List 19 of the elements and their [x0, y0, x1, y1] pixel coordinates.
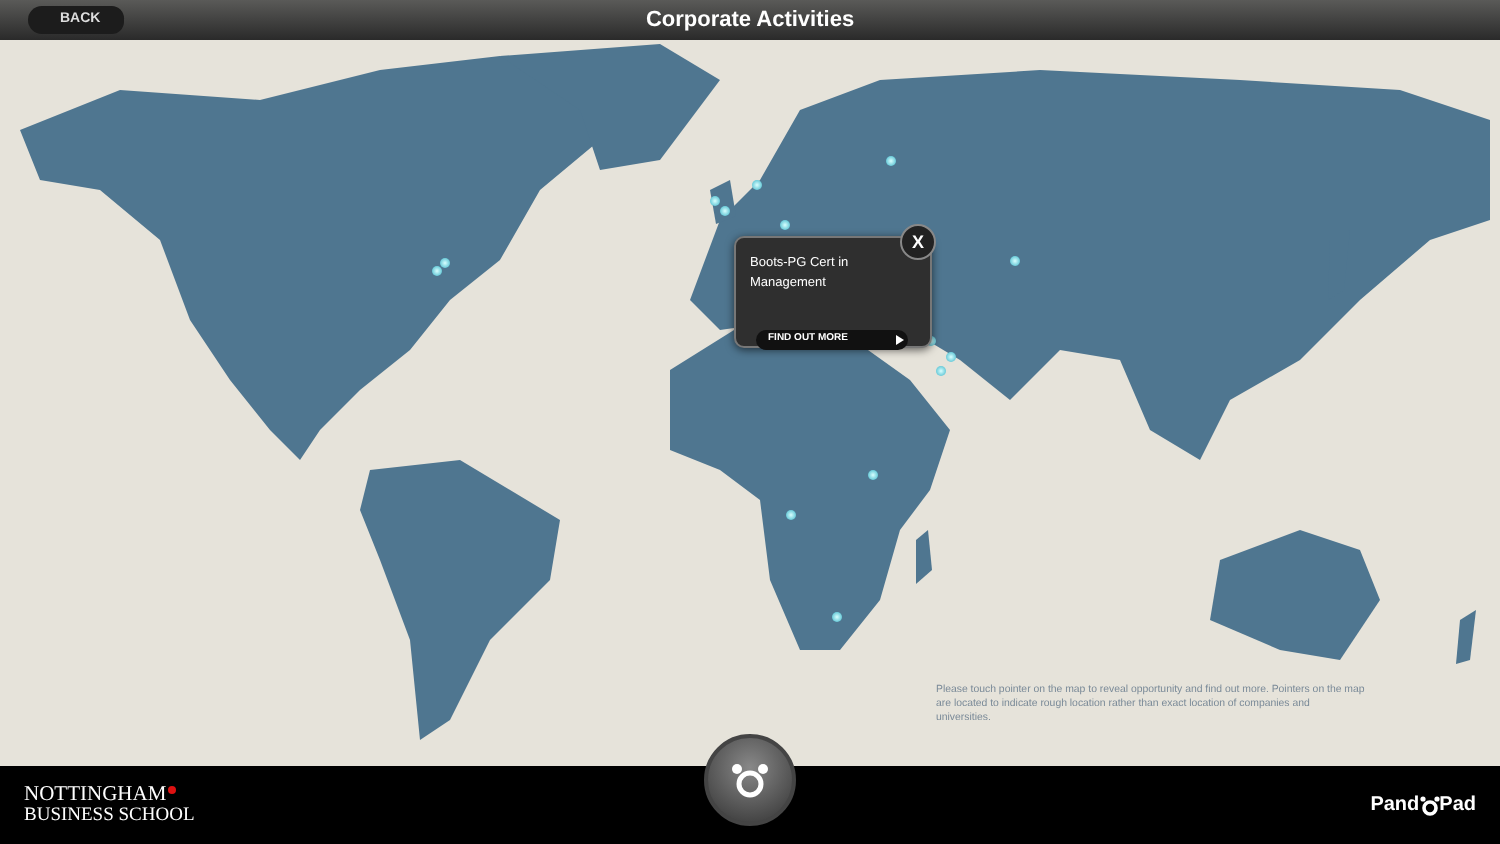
- brand-logo: Pand Pad: [1370, 792, 1476, 820]
- bear-face-icon: [1419, 795, 1440, 815]
- map-pin[interactable]: [868, 470, 878, 480]
- school-logo: NOTTINGHAM BUSINESS SCHOOL: [24, 783, 195, 827]
- map-pin[interactable]: [886, 156, 896, 166]
- map-pin[interactable]: [946, 352, 956, 362]
- bear-face-icon: [730, 762, 770, 798]
- map-pin[interactable]: [720, 206, 730, 216]
- map-pin[interactable]: [752, 180, 762, 190]
- map-pin[interactable]: [440, 258, 450, 268]
- map-pin[interactable]: [710, 196, 720, 206]
- map-pin[interactable]: [432, 266, 442, 276]
- map-pin[interactable]: [786, 510, 796, 520]
- home-button[interactable]: [704, 734, 796, 826]
- map-pin[interactable]: [832, 612, 842, 622]
- map-pin[interactable]: [780, 220, 790, 230]
- screen-title: Corporate Activities: [645, 5, 855, 36]
- map-pin[interactable]: [1010, 256, 1020, 266]
- play-icon: [892, 334, 908, 346]
